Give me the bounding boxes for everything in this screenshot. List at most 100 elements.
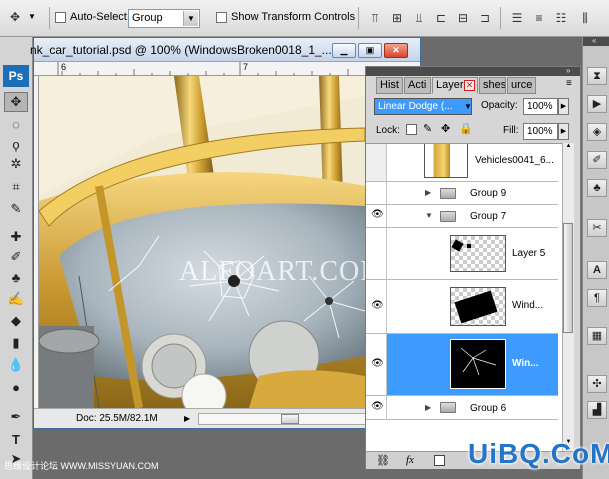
layer-name: Win... [512, 358, 539, 369]
opacity-slider-arrow-icon[interactable]: ▶ [558, 98, 569, 115]
marquee-tool-icon[interactable]: ◌ [4, 114, 28, 134]
group-row[interactable]: ▶ Group 9 [366, 182, 558, 205]
history-panel-icon[interactable]: ⧗ [587, 67, 607, 85]
auto-select-checkbox[interactable] [55, 12, 66, 23]
status-menu-arrow-icon[interactable]: ▶ [184, 414, 190, 423]
move-tool-icon[interactable]: ✥ [4, 92, 28, 112]
eraser-tool-icon[interactable]: ◆ [4, 311, 28, 331]
tab-history[interactable]: Hist [376, 77, 403, 94]
fill-slider-arrow-icon[interactable]: ▶ [558, 123, 569, 140]
magic-wand-tool-icon[interactable]: ✲ [4, 154, 28, 174]
align-top-icon[interactable]: ⫪ [366, 10, 384, 26]
actions-panel-icon[interactable]: ▶ [587, 95, 607, 113]
visibility-toggle[interactable]: 👁 [366, 205, 387, 227]
lock-all-icon[interactable]: 🔒 [459, 122, 473, 135]
forum-watermark: 思缘设计论坛 WWW.MISSYUAN.COM [4, 461, 159, 471]
distribute-left-icon[interactable]: ⫼ [576, 10, 594, 26]
opacity-field[interactable]: 100% [523, 98, 558, 115]
auto-select-dropdown[interactable]: Group ▼ [128, 9, 200, 28]
layer-row[interactable]: Layer 5 [366, 228, 558, 280]
channels-panel-icon[interactable]: ▦ [587, 327, 607, 345]
close-tab-icon[interactable]: ✕ [464, 80, 475, 91]
collapse-icon[interactable]: « [592, 36, 596, 45]
show-transform-checkbox[interactable] [216, 12, 227, 23]
collapse-triangle-icon[interactable]: ▼ [425, 211, 433, 220]
lock-pixels-icon[interactable]: ✎ [423, 122, 432, 135]
distribute-center-icon[interactable]: ≡ [530, 10, 548, 26]
right-dock: « ⧗ ▶ ◈ ✐ ♣ ✂ A ¶ ▦ ✣ ▟ [582, 36, 609, 479]
tool-preset-dropdown[interactable]: ▼ [28, 12, 36, 21]
tool-presets-icon[interactable]: ✂ [587, 219, 607, 237]
fill-field[interactable]: 100% [523, 123, 558, 140]
healing-brush-tool-icon[interactable]: ✚ [4, 227, 28, 247]
layers-panel: » Hist Acti Layers ✕ shes urce ≡ Linear … [365, 66, 581, 469]
panel-header-bar[interactable] [366, 67, 580, 76]
collapse-icon[interactable]: » [566, 66, 570, 75]
tab-actions[interactable]: Acti [404, 77, 431, 94]
eye-icon: 👁 [371, 300, 384, 311]
history-brush-tool-icon[interactable]: ✍ [4, 289, 28, 309]
layer-row-selected[interactable]: 👁 Win... [366, 334, 558, 396]
lasso-tool-icon[interactable]: ϙ [4, 134, 28, 154]
tab-source[interactable]: urce [507, 77, 536, 94]
navigator-panel-icon[interactable]: ✣ [587, 375, 607, 393]
expand-triangle-icon[interactable]: ▶ [425, 403, 431, 412]
blend-mode-dropdown[interactable]: Linear Dodge (... [374, 98, 472, 115]
align-right-icon[interactable]: ⊐ [476, 10, 494, 26]
visibility-toggle[interactable] [366, 182, 387, 204]
visibility-toggle[interactable]: 👁 [366, 334, 387, 395]
move-tool-icon[interactable]: ✥ [4, 9, 26, 25]
blend-mode-value: Linear Dodge (... [378, 101, 453, 112]
document-title-bar[interactable]: nk_car_tutorial.psd @ 100% (WindowsBroke… [30, 38, 420, 62]
character-panel-icon[interactable]: A [587, 261, 607, 279]
layer-style-icon[interactable]: fx [406, 454, 414, 466]
layers-panel-icon[interactable]: ◈ [587, 123, 607, 141]
layers-scrollbar[interactable]: ▲ ▼ [562, 143, 574, 451]
layer-thumbnail [450, 287, 506, 326]
align-vertical-center-icon[interactable]: ⊞ [388, 10, 406, 26]
group-row[interactable]: 👁 ▶ Group 6 [366, 396, 558, 420]
visibility-toggle[interactable] [366, 144, 387, 181]
clone-source-panel-icon[interactable]: ♣ [587, 179, 607, 197]
link-layers-icon[interactable]: ⛓ [376, 454, 390, 467]
visibility-toggle[interactable]: 👁 [366, 280, 387, 333]
lock-position-icon[interactable]: ✥ [441, 122, 450, 135]
close-button[interactable]: ✕ [384, 43, 408, 58]
pen-tool-icon[interactable]: ✒ [4, 407, 28, 427]
brush-tool-icon[interactable]: ✐ [4, 247, 28, 267]
distribute-bottom-icon[interactable]: ☷ [552, 10, 570, 26]
minimize-button[interactable]: ▁ [332, 43, 356, 58]
histogram-panel-icon[interactable]: ▟ [587, 401, 607, 419]
lock-transparency-icon[interactable] [406, 124, 417, 135]
add-mask-icon[interactable] [434, 455, 445, 466]
scrollbar-thumb[interactable] [281, 414, 299, 424]
expand-triangle-icon[interactable]: ▶ [425, 188, 431, 197]
group-row[interactable]: 👁 ▼ Group 7 [366, 205, 558, 228]
panel-menu-icon[interactable]: ≡ [566, 78, 572, 89]
crop-tool-icon[interactable]: ⌗ [4, 177, 28, 197]
chevron-down-icon[interactable]: ▼ [464, 102, 472, 111]
align-left-icon[interactable]: ⊏ [432, 10, 450, 26]
layer-row[interactable]: 👁 Wind... [366, 280, 558, 334]
clone-stamp-tool-icon[interactable]: ♣ [4, 267, 28, 287]
eyedropper-tool-icon[interactable]: ✎ [4, 199, 28, 219]
type-tool-icon[interactable]: T [4, 429, 28, 449]
visibility-toggle[interactable] [366, 228, 387, 279]
scrollbar-thumb[interactable] [563, 223, 573, 333]
dodge-tool-icon[interactable]: ● [4, 377, 28, 397]
paragraph-panel-icon[interactable]: ¶ [587, 289, 607, 307]
brushes-panel-icon[interactable]: ✐ [587, 151, 607, 169]
maximize-button[interactable]: ▣ [358, 43, 382, 58]
gradient-tool-icon[interactable]: ▮ [4, 333, 28, 353]
layer-row[interactable]: Vehicles0041_6... [366, 144, 558, 182]
distribute-top-icon[interactable]: ☰ [508, 10, 526, 26]
tab-layers[interactable]: Layers ✕ [432, 77, 478, 94]
canvas-image[interactable]: ALFOART.COM [39, 76, 365, 408]
blur-tool-icon[interactable]: 💧 [4, 355, 28, 375]
align-bottom-icon[interactable]: ⫫ [410, 10, 428, 26]
scroll-up-icon[interactable]: ▲ [564, 143, 573, 153]
align-horizontal-center-icon[interactable]: ⊟ [454, 10, 472, 26]
visibility-toggle[interactable]: 👁 [366, 396, 387, 419]
ruler-mark: 6 [61, 62, 67, 72]
tab-brushes[interactable]: shes [479, 77, 506, 94]
